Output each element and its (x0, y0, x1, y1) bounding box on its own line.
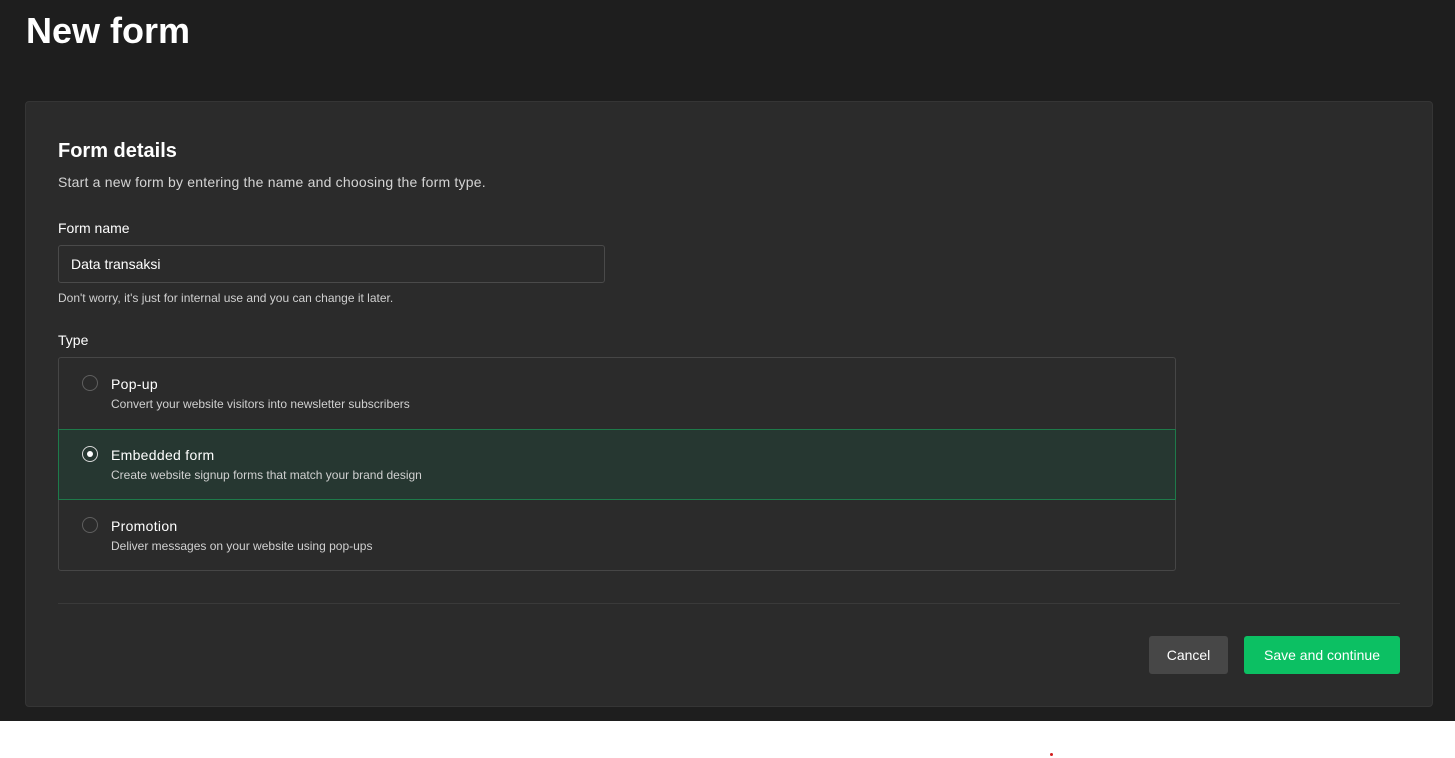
type-option-popup[interactable]: Pop-up Convert your website visitors int… (59, 358, 1175, 429)
form-name-input[interactable] (58, 245, 605, 283)
type-option-embedded-form[interactable]: Embedded form Create website signup form… (58, 429, 1176, 500)
form-name-label: Form name (58, 220, 130, 236)
form-details-card: Form details Start a new form by enterin… (25, 101, 1433, 707)
save-and-continue-button[interactable]: Save and continue (1244, 636, 1400, 674)
divider (58, 603, 1400, 604)
page-title: New form (26, 10, 191, 51)
app-window: New form Form details Start a new form b… (0, 0, 1455, 721)
form-type-radio-group: Pop-up Convert your website visitors int… (58, 357, 1176, 571)
cursor-dot (1050, 753, 1053, 756)
type-label: Type (58, 332, 89, 348)
type-option-promotion[interactable]: Promotion Deliver messages on your websi… (59, 500, 1175, 571)
type-option-description: Create website signup forms that match y… (111, 468, 422, 482)
form-name-hint: Don't worry, it's just for internal use … (58, 291, 394, 305)
type-option-description: Convert your website visitors into newsl… (111, 397, 410, 411)
section-title: Form details (58, 140, 177, 162)
radio-button-promotion[interactable] (82, 517, 98, 533)
type-option-title: Embedded form (111, 447, 215, 463)
cancel-button[interactable]: Cancel (1149, 636, 1228, 674)
radio-button-popup[interactable] (82, 375, 98, 391)
section-description: Start a new form by entering the name an… (58, 174, 486, 190)
radio-button-embedded-form[interactable] (82, 446, 98, 462)
type-option-title: Promotion (111, 518, 178, 534)
type-option-title: Pop-up (111, 376, 158, 392)
type-option-description: Deliver messages on your website using p… (111, 539, 373, 553)
